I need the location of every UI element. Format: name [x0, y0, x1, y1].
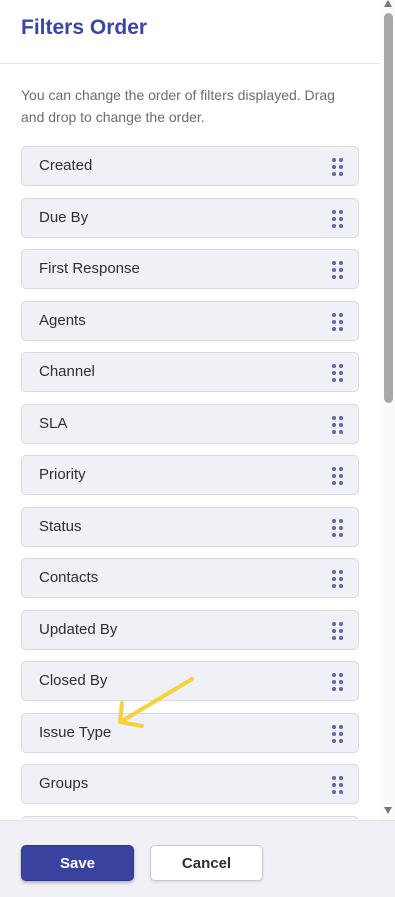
filter-item[interactable]: Due By — [21, 197, 359, 238]
filter-item[interactable] — [21, 815, 359, 819]
instructions-text: You can change the order of filters disp… — [21, 87, 335, 125]
drag-handle-icon[interactable] — [332, 415, 344, 434]
filter-item-label: SLA — [39, 414, 68, 432]
filter-item-label: Due By — [39, 208, 89, 226]
filter-item[interactable]: Channel — [21, 352, 359, 392]
drag-handle-icon[interactable] — [332, 364, 344, 382]
drag-handle-icon[interactable] — [332, 261, 344, 279]
drag-handle-icon[interactable] — [332, 621, 344, 640]
drag-handle-icon[interactable] — [332, 312, 344, 331]
filter-item-label: First Response — [39, 260, 140, 277]
filter-item-label: Contacts — [39, 569, 99, 586]
page-title: Filters Order — [21, 16, 148, 39]
save-button[interactable]: Save — [21, 845, 134, 881]
scrollbar-thumb[interactable] — [384, 13, 393, 403]
scroll-down-icon[interactable] — [384, 807, 392, 814]
filter-item-label: Status — [39, 517, 82, 535]
filter-item-label: Closed By — [39, 672, 108, 689]
filter-item-label: Priority — [39, 466, 86, 483]
filter-item-label: Agents — [39, 311, 86, 329]
filter-item[interactable]: Updated By — [21, 609, 359, 650]
drag-handle-icon[interactable] — [332, 158, 344, 176]
scroll-up-icon[interactable] — [384, 0, 392, 7]
filter-item[interactable]: Agents — [21, 300, 359, 341]
drag-handle-icon[interactable] — [332, 467, 344, 485]
filter-item-label: Channel — [39, 363, 95, 380]
drag-handle-icon[interactable] — [332, 209, 344, 228]
filter-item[interactable]: Contacts — [21, 558, 359, 598]
panel-header: Filters Order — [0, 0, 380, 64]
drag-handle-icon[interactable] — [332, 776, 344, 794]
filter-item[interactable]: SLA — [21, 403, 359, 444]
filter-item[interactable]: Groups — [21, 764, 359, 804]
filter-item-label: Groups — [39, 775, 89, 792]
drag-handle-icon[interactable] — [332, 518, 344, 537]
arrow-icon — [118, 677, 194, 728]
cancel-button[interactable]: Cancel — [150, 845, 263, 881]
drag-handle-icon[interactable] — [332, 724, 344, 743]
filters-order-panel: Filters Order You can change the order o… — [0, 0, 395, 897]
filter-item[interactable]: Priority — [21, 455, 359, 495]
filter-item[interactable]: First Response — [21, 249, 359, 289]
filter-item[interactable]: Status — [21, 506, 359, 547]
filter-item-label: Updated By — [39, 620, 118, 638]
filter-item-label: Created — [39, 157, 93, 174]
drag-handle-icon[interactable] — [332, 673, 344, 691]
filter-item-label: Issue Type — [39, 723, 112, 741]
filter-item[interactable]: Created — [21, 146, 359, 186]
footer-bar: Save Cancel — [0, 820, 395, 897]
drag-handle-icon[interactable] — [332, 570, 344, 588]
